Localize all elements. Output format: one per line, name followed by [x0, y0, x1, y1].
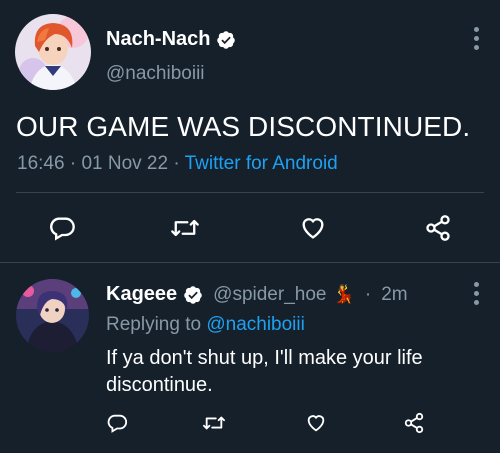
meta-separator: ·	[364, 283, 372, 305]
replying-to-prefix: Replying to	[106, 314, 202, 335]
reply-text: If ya don't shut up, I'll make your life…	[106, 347, 423, 396]
author-handle[interactable]: @nachiboiii	[106, 63, 205, 85]
reply-icon[interactable]	[106, 412, 128, 434]
replying-to-line: Replying to @nachiboiii	[106, 314, 305, 336]
retweet-icon[interactable]	[170, 214, 200, 242]
more-vertical-icon[interactable]	[474, 27, 480, 50]
retweet-icon[interactable]	[202, 412, 226, 434]
tweet-source-link[interactable]: Twitter for Android	[185, 153, 338, 174]
reply-action-bar	[0, 412, 500, 442]
author-handle[interactable]: @spider_hoe	[213, 284, 326, 306]
tweet-meta: 16:46 · 01 Nov 22 · Twitter for Android	[17, 153, 338, 175]
tweet-date: 01 Nov 22	[81, 153, 169, 174]
meta-separator: ·	[173, 153, 180, 174]
author-name-row[interactable]: Nach-Nach	[106, 28, 236, 51]
like-icon[interactable]	[299, 214, 327, 242]
author-display-name[interactable]: Nach-Nach	[106, 28, 210, 51]
tweet-age[interactable]: 2m	[381, 284, 407, 306]
divider	[16, 192, 484, 193]
share-icon[interactable]	[424, 214, 452, 242]
divider	[0, 262, 500, 263]
avatar[interactable]	[15, 14, 91, 90]
avatar[interactable]	[16, 279, 89, 352]
author-display-name[interactable]: Kageee	[106, 283, 177, 306]
like-icon[interactable]	[305, 412, 327, 434]
share-icon[interactable]	[403, 412, 425, 434]
more-vertical-icon[interactable]	[474, 282, 480, 305]
avatar-image	[16, 279, 89, 352]
avatar-image	[15, 14, 91, 90]
dancer-emoji: 💃	[332, 284, 355, 304]
verified-badge-icon	[184, 285, 202, 304]
tweet-action-bar	[0, 214, 500, 244]
author-name-row[interactable]: Kageee @spider_hoe 💃 · 2m	[106, 283, 408, 306]
replying-to-mention[interactable]: @nachiboiii	[206, 314, 305, 335]
meta-separator: ·	[69, 153, 77, 174]
reply-icon[interactable]	[48, 214, 76, 242]
main-tweet: Nach-Nach @nachiboiii OUR GAME WAS DISCO…	[0, 0, 500, 263]
tweet-time: 16:46	[17, 153, 65, 174]
tweet-text: OUR GAME WAS DISCONTINUED.	[16, 111, 471, 142]
verified-badge-icon	[217, 30, 236, 49]
